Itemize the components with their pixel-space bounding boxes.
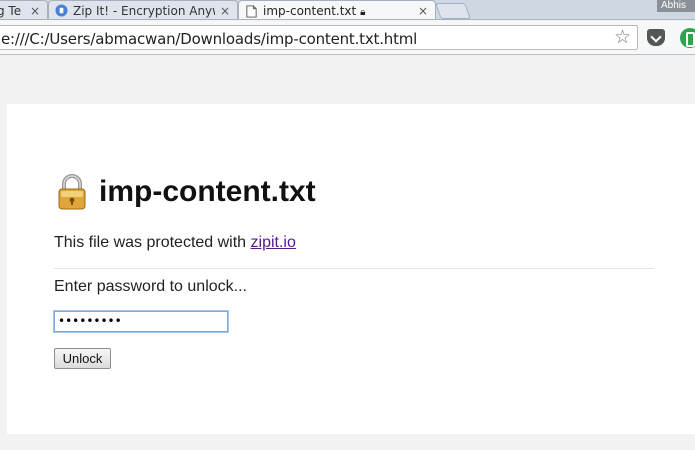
pocket-icon[interactable]	[647, 29, 665, 46]
extension-icon[interactable]	[680, 28, 695, 48]
divider	[54, 268, 654, 269]
address-bar[interactable]: le:///C:/Users/abmacwan/Downloads/imp-co…	[0, 25, 638, 50]
tab-zipit[interactable]: Zip It! - Encryption Anywh ×	[48, 0, 238, 19]
page-content: imp-content.txt This file was protected …	[7, 104, 695, 434]
unlock-button[interactable]: Unlock	[54, 348, 111, 369]
padlock-icon	[58, 174, 86, 210]
page-heading: imp-content.txt	[57, 174, 316, 210]
close-icon[interactable]: ×	[417, 4, 429, 18]
close-icon[interactable]: ×	[219, 4, 231, 18]
protected-message: This file was protected with zipit.io	[54, 234, 296, 252]
protected-text: This file was protected with	[54, 234, 251, 251]
tab-partial[interactable]: g Te ×	[0, 0, 48, 19]
tab-title: imp-content.txt 🔒︎	[263, 4, 366, 18]
tab-title: g Te	[0, 3, 22, 18]
password-input[interactable]: •••••••••	[54, 311, 228, 332]
tab-strip: g Te × Zip It! - Encryption Anywh × imp-…	[0, 0, 695, 20]
page-title: imp-content.txt	[99, 175, 316, 208]
url-text[interactable]: le:///C:/Users/abmacwan/Downloads/imp-co…	[0, 30, 417, 48]
tab-title: Zip It! - Encryption Anywh	[73, 3, 215, 18]
zipit-favicon-icon	[55, 4, 68, 17]
password-prompt: Enter password to unlock...	[54, 278, 247, 295]
bookmark-star-icon[interactable]: ☆	[614, 27, 631, 49]
zipit-link[interactable]: zipit.io	[251, 234, 296, 251]
tab-imp-content[interactable]: imp-content.txt 🔒︎ ×	[238, 0, 436, 19]
profile-button[interactable]: Abhis	[657, 0, 695, 12]
toolbar: le:///C:/Users/abmacwan/Downloads/imp-co…	[0, 21, 695, 55]
new-tab-button[interactable]	[435, 3, 471, 19]
close-icon[interactable]: ×	[29, 4, 41, 18]
document-icon	[246, 4, 257, 18]
lock-icon: 🔒︎	[360, 7, 366, 18]
